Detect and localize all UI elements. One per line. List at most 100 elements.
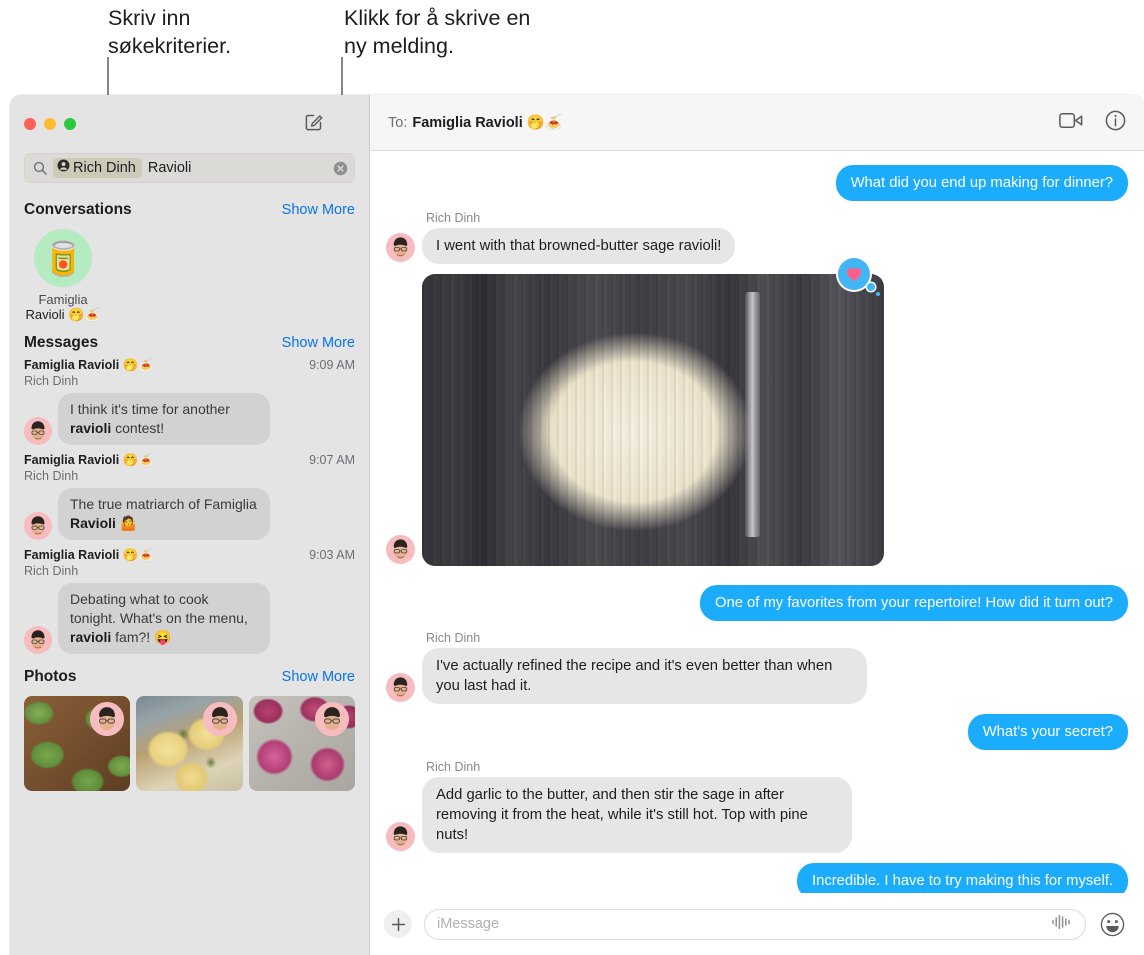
message-result-meta: Famiglia Ravioli 🤭🍝 9:03 AM xyxy=(24,548,355,563)
minimize-button[interactable] xyxy=(44,118,56,130)
show-more-messages-link[interactable]: Show More xyxy=(282,335,355,351)
section-title-photos: Photos xyxy=(24,668,77,685)
callout-annotations: Skriv inn søkekriterier. Klikk for å skr… xyxy=(0,0,1144,177)
memoji-avatar xyxy=(386,673,415,702)
memoji-avatar xyxy=(386,822,415,851)
message-result-item[interactable]: Famiglia Ravioli 🤭🍝 9:09 AM Rich Dinh I … xyxy=(10,356,369,451)
memoji-avatar xyxy=(24,512,52,540)
ravioli-plate-photo xyxy=(422,274,884,566)
message-result-sender: Rich Dinh xyxy=(24,469,79,483)
audio-message-button[interactable] xyxy=(1051,914,1073,935)
compose-new-message-button[interactable] xyxy=(301,109,327,135)
message-row-incoming: Rich Dinh Add garlic to the butter, and … xyxy=(386,760,1128,853)
message-result-bubble-row: The true matriarch of Famiglia Ravioli 🤷 xyxy=(24,488,355,540)
search-clear-button[interactable] xyxy=(333,161,348,176)
section-header-messages: Messages Show More xyxy=(10,326,369,356)
info-circle-icon xyxy=(1105,110,1126,130)
message-bubble-incoming[interactable]: Add garlic to the butter, and then stir … xyxy=(417,777,852,853)
show-more-photos-link[interactable]: Show More xyxy=(282,669,355,685)
details-info-button[interactable] xyxy=(1105,110,1126,136)
message-bubble-outgoing[interactable]: One of my favorites from your repertoire… xyxy=(699,585,1134,621)
memoji-avatar xyxy=(24,626,52,654)
search-query-text: Ravioli xyxy=(147,160,192,176)
emoji-picker-button[interactable] xyxy=(1098,910,1126,938)
message-sender-name: Rich Dinh xyxy=(426,211,481,225)
message-thread[interactable]: What did you end up making for dinner? R… xyxy=(370,151,1144,893)
message-result-meta: Famiglia Ravioli 🤭🍝 9:07 AM xyxy=(24,453,355,468)
section-header-photos: Photos Show More xyxy=(10,660,369,690)
tapback-heart-reaction[interactable] xyxy=(838,258,880,296)
search-token-label: Rich Dinh xyxy=(73,159,136,176)
conversation-header: To: Famiglia Ravioli 🤭🍝 xyxy=(370,95,1144,151)
message-sender-name: Rich Dinh xyxy=(426,760,481,774)
compose-pencil-square-icon xyxy=(305,114,323,131)
facetime-button[interactable] xyxy=(1059,112,1083,134)
message-row-outgoing: One of my favorites from your repertoire… xyxy=(386,585,1134,621)
add-attachment-button[interactable] xyxy=(384,910,412,938)
message-result-time: 9:03 AM xyxy=(309,548,355,562)
memoji-avatar xyxy=(386,233,415,262)
message-sender-name: Rich Dinh xyxy=(426,631,481,645)
sidebar: Rich Dinh Ravioli Conversations Show Mor… xyxy=(10,95,370,955)
message-result-item[interactable]: Famiglia Ravioli 🤭🍝 9:07 AM Rich Dinh Th… xyxy=(10,451,369,546)
conversation-avatar-tomato-can-icon: 🥫 xyxy=(34,229,92,287)
conversation-result-item[interactable]: 🥫 Famiglia Ravioli 🤭🍝 xyxy=(24,229,102,322)
photo-result-thumbnail[interactable] xyxy=(24,696,131,791)
message-result-bubble-row: Debating what to cook tonight. What's on… xyxy=(24,583,355,654)
section-title-messages: Messages xyxy=(24,334,99,351)
message-bubble-outgoing[interactable]: What's your secret? xyxy=(967,714,1134,750)
video-camera-icon xyxy=(1059,112,1083,128)
callout-search-text: Skriv inn søkekriterier. xyxy=(108,6,232,58)
photo-attachment[interactable] xyxy=(422,274,884,566)
conversation-pane: To: Famiglia Ravioli 🤭🍝 What did you end… xyxy=(370,95,1144,955)
message-result-group: Famiglia Ravioli 🤭🍝 xyxy=(24,358,154,372)
message-result-bubble-row: I think it's time for another ravioli co… xyxy=(24,393,355,445)
search-magnifier-icon xyxy=(33,161,47,175)
audio-waveform-icon xyxy=(1052,914,1070,929)
conversation-name: Famiglia Ravioli 🤭🍝 xyxy=(24,292,102,322)
photo-results-row xyxy=(10,690,369,805)
memoji-avatar xyxy=(314,702,349,736)
person-circle-icon xyxy=(57,159,70,176)
tapback-bubble xyxy=(838,258,870,290)
messages-window: Rich Dinh Ravioli Conversations Show Mor… xyxy=(10,95,1144,955)
conversation-results-row: 🥫 Famiglia Ravioli 🤭🍝 xyxy=(10,223,369,326)
message-result-item[interactable]: Famiglia Ravioli 🤭🍝 9:03 AM Rich Dinh De… xyxy=(10,546,369,660)
callout-compose-text: Klikk for å skrive en ny melding. xyxy=(344,6,531,58)
message-row-outgoing: Incredible. I have to try making this fo… xyxy=(386,863,1133,893)
section-title-conversations: Conversations xyxy=(24,201,132,218)
close-button[interactable] xyxy=(24,118,36,130)
message-result-sender: Rich Dinh xyxy=(24,374,79,388)
memoji-avatar xyxy=(202,702,237,736)
message-row-incoming: Rich Dinh I went with that browned-butte… xyxy=(386,211,1128,264)
message-bubble-incoming[interactable]: I went with that browned-butter sage rav… xyxy=(416,228,736,264)
conversation-name-line2: Ravioli 🤭🍝 xyxy=(25,307,101,322)
search-input[interactable]: Rich Dinh Ravioli xyxy=(24,153,355,183)
search-results-list[interactable]: Conversations Show More 🥫 Famiglia Ravio… xyxy=(10,193,369,955)
recipient-name[interactable]: Famiglia Ravioli 🤭🍝 xyxy=(412,114,563,131)
imessage-placeholder: iMessage xyxy=(437,916,500,932)
message-result-text: The true matriarch of Famiglia Ravioli 🤷 xyxy=(58,488,270,540)
compose-bar: iMessage xyxy=(370,893,1144,955)
show-more-conversations-link[interactable]: Show More xyxy=(282,202,355,218)
clear-x-circle-icon xyxy=(333,161,348,175)
message-bubble-outgoing[interactable]: What did you end up making for dinner? xyxy=(835,165,1134,201)
plus-icon xyxy=(391,917,405,931)
message-result-group: Famiglia Ravioli 🤭🍝 xyxy=(24,548,154,562)
search-token-chip[interactable]: Rich Dinh xyxy=(53,158,142,178)
memoji-avatar xyxy=(24,417,52,445)
message-result-group: Famiglia Ravioli 🤭🍝 xyxy=(24,453,154,467)
traffic-light-buttons xyxy=(24,118,76,130)
conversation-name-line1: Famiglia xyxy=(38,292,88,307)
message-row-outgoing: What's your secret? xyxy=(386,714,1134,750)
zoom-button[interactable] xyxy=(64,118,76,130)
message-result-meta: Famiglia Ravioli 🤭🍝 9:09 AM xyxy=(24,358,355,373)
imessage-input[interactable]: iMessage xyxy=(424,908,1086,940)
message-result-time: 9:09 AM xyxy=(309,358,355,372)
photo-result-thumbnail[interactable] xyxy=(248,696,355,791)
message-bubble-incoming[interactable]: I've actually refined the recipe and it'… xyxy=(417,648,867,704)
message-bubble-outgoing[interactable]: Incredible. I have to try making this fo… xyxy=(797,863,1133,893)
section-header-conversations: Conversations Show More xyxy=(10,193,369,223)
photo-result-thumbnail[interactable] xyxy=(136,696,243,791)
search-bar-container: Rich Dinh Ravioli xyxy=(10,153,369,193)
